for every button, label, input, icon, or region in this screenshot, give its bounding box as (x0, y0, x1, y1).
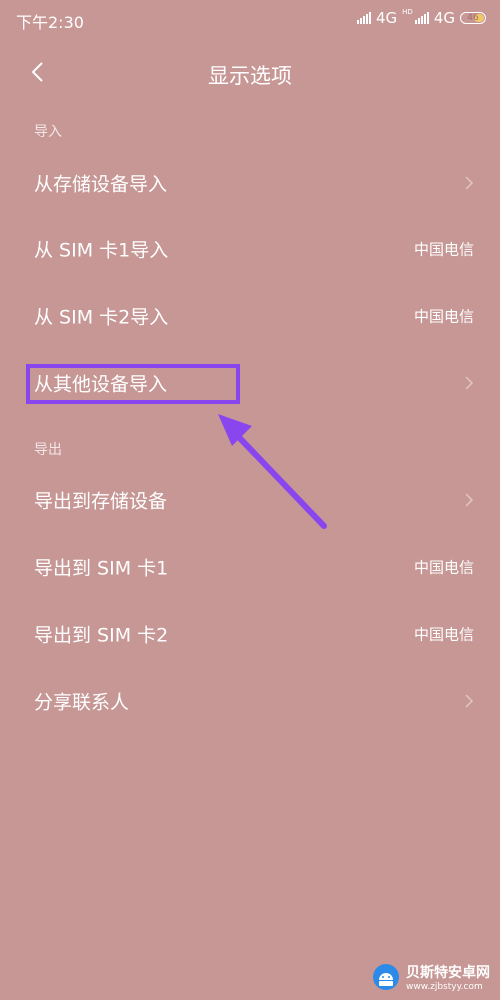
carrier-value: 中国电信 (413, 240, 474, 259)
carrier-value: 中国电信 (413, 307, 474, 326)
list-item-label: 导出到 SIM 卡2 (34, 624, 169, 647)
watermark-title: 贝斯特安卓网 (406, 965, 490, 981)
list-item-label: 分享联系人 (34, 691, 130, 714)
share-contacts-item[interactable]: 分享联系人 (0, 668, 500, 734)
status-bar: 下午2:30 4G HD 4G 46 (0, 0, 500, 36)
import-from-sim1-item[interactable]: 从 SIM 卡1导入 中国电信 (0, 216, 500, 282)
carrier-value: 中国电信 (413, 625, 474, 644)
signal-icon (357, 12, 371, 24)
android-logo-icon (373, 964, 399, 990)
header: 显示选项 (0, 50, 500, 94)
watermark-url: www.zjbstyy.com (406, 982, 483, 992)
chevron-right-icon (465, 376, 474, 390)
network-type-2: 4G (433, 9, 455, 27)
export-to-storage-item[interactable]: 导出到存储设备 (0, 467, 500, 533)
import-from-sim2-item[interactable]: 从 SIM 卡2导入 中国电信 (0, 283, 500, 349)
status-icons: 4G HD 4G 46 (357, 8, 486, 27)
list-item-label: 从 SIM 卡2导入 (34, 306, 169, 329)
watermark: 贝斯特安卓网 www.zjbstyy.com (372, 962, 490, 992)
export-to-sim2-item[interactable]: 导出到 SIM 卡2 中国电信 (0, 601, 500, 667)
highlight-box (26, 364, 240, 404)
section-label-export: 导出 (34, 442, 62, 458)
list-item-label: 导出到 SIM 卡1 (34, 557, 169, 580)
status-time: 下午2:30 (16, 13, 84, 32)
export-to-sim1-item[interactable]: 导出到 SIM 卡1 中国电信 (0, 534, 500, 600)
battery-icon: 46 (460, 12, 486, 24)
page-title: 显示选项 (208, 64, 292, 88)
section-label-import: 导入 (34, 124, 62, 140)
chevron-right-icon (465, 493, 474, 507)
battery-level: 46 (467, 13, 479, 23)
chevron-right-icon (465, 176, 474, 190)
list-item-label: 从存储设备导入 (34, 173, 168, 196)
chevron-right-icon (465, 694, 474, 708)
signal-icon (414, 12, 429, 24)
network-type-1: 4G (376, 9, 398, 27)
import-from-storage-item[interactable]: 从存储设备导入 (0, 150, 500, 216)
list-item-label: 导出到存储设备 (34, 490, 168, 513)
carrier-value: 中国电信 (413, 558, 474, 577)
hd-badge: HD (402, 8, 413, 16)
list-item-label: 从 SIM 卡1导入 (34, 239, 169, 262)
